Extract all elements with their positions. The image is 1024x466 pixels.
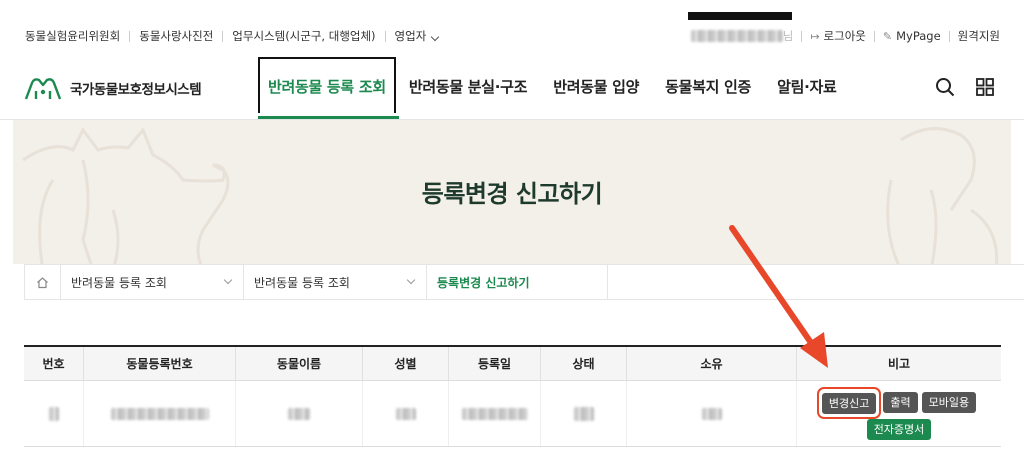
- divider: [222, 30, 224, 42]
- logout-link[interactable]: ↦ 로그아웃: [810, 28, 866, 44]
- cell-registration-number: [84, 381, 236, 446]
- cell-remarks: 변경신고 출력 모바일용 전자증명서: [797, 381, 1001, 446]
- divider: [384, 30, 386, 42]
- breadcrumb-home[interactable]: [24, 265, 61, 299]
- mobile-button[interactable]: 모바일용: [921, 391, 977, 413]
- row-action-buttons: 변경신고 출력 모바일용 전자증명서: [804, 386, 994, 440]
- search-icon[interactable]: [934, 76, 956, 98]
- divider: [801, 30, 803, 42]
- main-nav: 국가동물보호정보시스템 반려동물 등록 조회 반려동물 분실·구조 반려동물 입…: [0, 57, 1024, 117]
- top-utility-bar: 동물실험윤리위원회 동물사랑사진전 업무시스템(시군구, 대행업체) 영업자 님…: [0, 0, 1024, 56]
- user-suffix: 님: [782, 29, 794, 43]
- redacted-banner: [688, 12, 792, 20]
- logout-label: 로그아웃: [823, 29, 866, 43]
- change-report-highlight: 변경신고: [816, 386, 882, 419]
- remote-support-link[interactable]: 원격지원: [958, 28, 1000, 44]
- hero-banner: 등록변경 신고하기: [13, 120, 1011, 264]
- logo-text: 국가동물보호정보시스템: [70, 82, 202, 98]
- link-business[interactable]: 영업자: [394, 28, 440, 44]
- top-left-links: 동물실험윤리위원회 동물사랑사진전 업무시스템(시군구, 대행업체) 영업자: [25, 28, 440, 44]
- cell-animal-name: [236, 381, 363, 446]
- col-status: 상태: [541, 347, 627, 380]
- redacted-username: [690, 30, 783, 42]
- col-sex: 성별: [363, 347, 449, 380]
- chevron-down-icon: [406, 275, 416, 285]
- cell-registered-date: [449, 381, 541, 446]
- cell-number: [24, 381, 84, 446]
- mypage-label: MyPage: [896, 29, 941, 43]
- col-animal-name: 동물이름: [236, 347, 363, 380]
- breadcrumb-level2-label: 반려동물 등록 조회: [254, 275, 350, 290]
- breadcrumb-current-label: 등록변경 신고하기: [437, 275, 530, 290]
- nav-icons: [934, 76, 994, 98]
- home-icon: [37, 276, 48, 288]
- col-registration-number: 동물등록번호: [84, 347, 236, 380]
- menu-welfare-cert[interactable]: 동물복지 인증: [665, 57, 751, 117]
- logout-icon: ↦: [810, 30, 820, 43]
- print-button[interactable]: 출력: [883, 391, 918, 413]
- cell-sex: [363, 381, 449, 446]
- top-right-links: 님 ↦ 로그아웃 ✎ MyPage 원격지원: [690, 28, 1000, 44]
- divider: [873, 30, 875, 42]
- divider: [129, 30, 131, 42]
- sitemap-icon[interactable]: [976, 78, 994, 96]
- site-logo[interactable]: 국가동물보호정보시스템: [24, 75, 202, 101]
- edit-icon: ✎: [882, 30, 893, 43]
- page-title: 등록변경 신고하기: [421, 180, 603, 208]
- link-photo-contest[interactable]: 동물사랑사진전: [139, 28, 213, 44]
- mypage-link[interactable]: ✎ MyPage: [883, 29, 941, 43]
- breadcrumb-level1-label: 반려동물 등록 조회: [71, 275, 167, 290]
- col-registered-date: 등록일: [449, 347, 541, 380]
- change-report-button[interactable]: 변경신고: [821, 392, 877, 414]
- divider: [948, 30, 950, 42]
- menu-adoption[interactable]: 반려동물 입양: [553, 57, 639, 117]
- breadcrumb: 반려동물 등록 조회 반려동물 등록 조회 등록변경 신고하기: [24, 264, 1024, 300]
- breadcrumb-level2[interactable]: 반려동물 등록 조회: [244, 265, 427, 299]
- main-menu: 반려동물 등록 조회 반려동물 분실·구조 반려동물 입양 동물복지 인증 알림…: [258, 57, 837, 117]
- menu-lost-rescue[interactable]: 반려동물 분실·구조: [409, 57, 528, 117]
- table-header: 번호 동물등록번호 동물이름 성별 등록일 상태 소유 비고: [24, 345, 1001, 381]
- breadcrumb-current[interactable]: 등록변경 신고하기: [427, 265, 608, 299]
- registration-table: 번호 동물등록번호 동물이름 성별 등록일 상태 소유 비고 변경신고 출력 모…: [24, 345, 1001, 447]
- logo-icon: [24, 78, 62, 100]
- e-certificate-button[interactable]: 전자증명서: [866, 418, 932, 440]
- business-label: 영업자: [394, 29, 427, 43]
- col-number: 번호: [24, 347, 84, 380]
- col-remarks: 비고: [887, 357, 911, 371]
- menu-notice[interactable]: 알림·자료: [777, 57, 837, 117]
- link-work-system[interactable]: 업무시스템(시군구, 대행업체): [232, 28, 375, 44]
- menu-registration-lookup[interactable]: 반려동물 등록 조회: [258, 57, 396, 113]
- table-row: 변경신고 출력 모바일용 전자증명서: [24, 381, 1001, 447]
- breadcrumb-level1[interactable]: 반려동물 등록 조회: [61, 265, 244, 299]
- cell-status: [541, 381, 627, 446]
- col-owner: 소유: [627, 347, 797, 380]
- chevron-down-icon: [223, 275, 233, 285]
- chevron-down-icon: [431, 32, 440, 42]
- link-animal-ethics[interactable]: 동물실험윤리위원회: [25, 28, 120, 44]
- cell-owner: [627, 381, 797, 446]
